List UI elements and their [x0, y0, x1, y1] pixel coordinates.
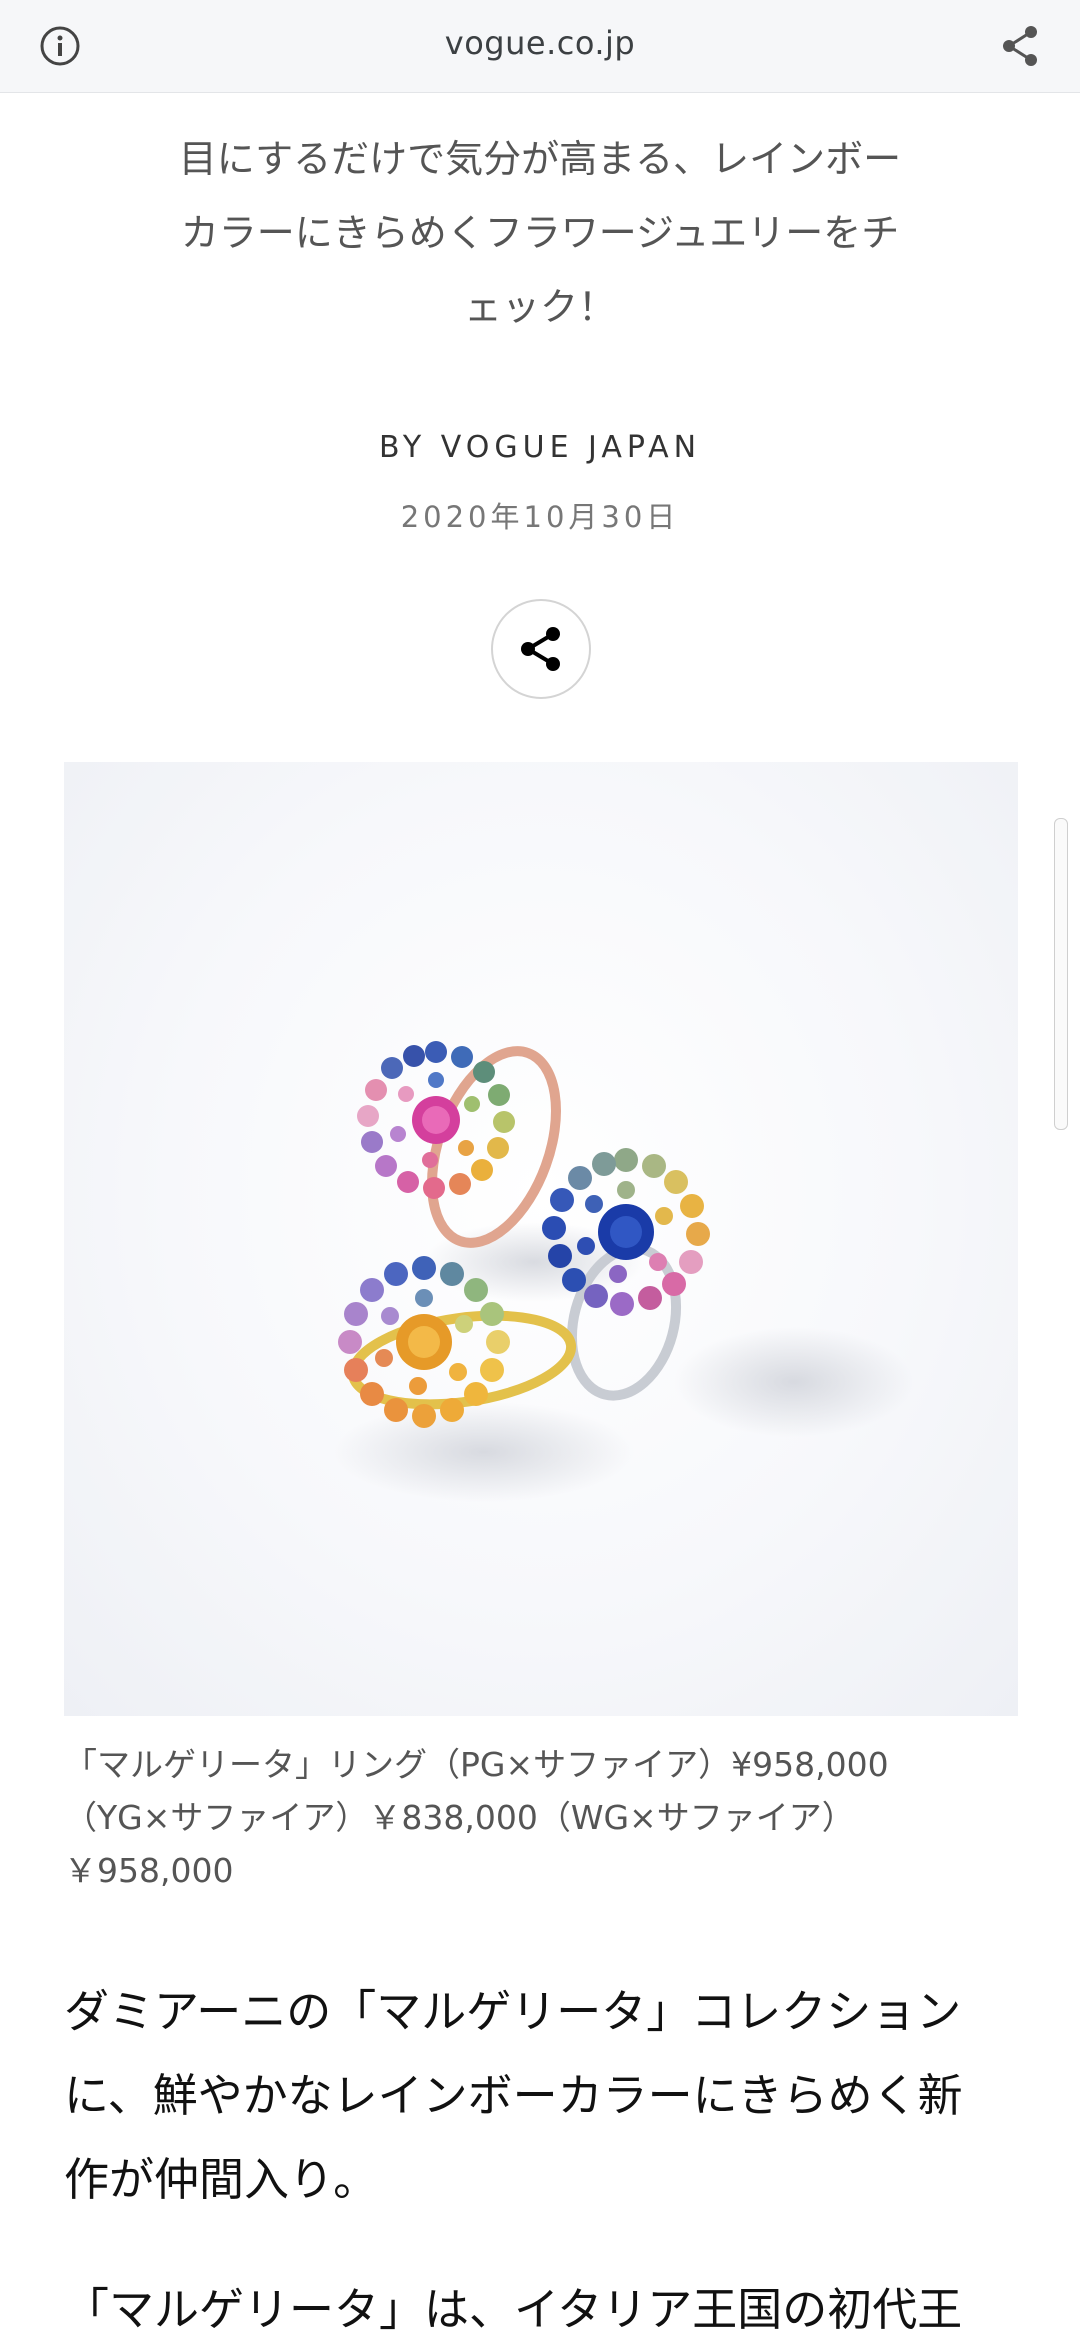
caption-line: （YG×サファイア）￥838,000（WG×サファイア）: [64, 1798, 855, 1837]
photo-caption: 「マルゲリータ」リング（PG×サファイア）¥958,000 （YG×サファイア）…: [64, 1738, 1024, 1897]
page-scrollbar[interactable]: [1054, 818, 1068, 1130]
caption-line: 「マルゲリータ」リング（PG×サファイア）¥958,000: [64, 1745, 889, 1784]
flower-rings-photo[interactable]: [64, 762, 1018, 1716]
article-paragraph: 「マルゲリータ」は、イタリア王国の初代王: [64, 2268, 1044, 2352]
site-domain[interactable]: vogue.co.jp: [0, 24, 1080, 62]
browser-top-bar: vogue.co.jp: [0, 0, 1080, 93]
author-byline: BY VOGUE JAPAN: [378, 430, 702, 465]
share-icon: [521, 627, 560, 671]
paragraph-line: ダミアーニの「マルゲリータ」コレクション: [64, 1985, 962, 2038]
publish-date: 2020年10月30日: [400, 500, 680, 534]
share-icon[interactable]: [1000, 24, 1040, 68]
article-paragraph: ダミアーニの「マルゲリータ」コレクション に、鮮やかなレインボーカラーにきらめく…: [64, 1970, 1024, 2222]
caption-line: ￥958,000: [64, 1851, 234, 1890]
share-button[interactable]: [491, 599, 591, 699]
paragraph-line: に、鮮やかなレインボーカラーにきらめく新: [64, 2069, 963, 2122]
subtitle-line: ェック！: [463, 285, 616, 329]
article-subtitle: 目にするだけで気分が高まる、レインボー カラーにきらめくフラワージュエリーをチ …: [110, 122, 970, 344]
subtitle-line: カラーにきらめくフラワージュエリーをチ: [180, 211, 900, 255]
subtitle-line: 目にするだけで気分が高まる、レインボー: [178, 137, 902, 181]
paragraph-line: 作が仲間入り。: [64, 2153, 379, 2206]
paragraph-line: 「マルゲリータ」は、イタリア王国の初代王: [64, 2283, 963, 2336]
